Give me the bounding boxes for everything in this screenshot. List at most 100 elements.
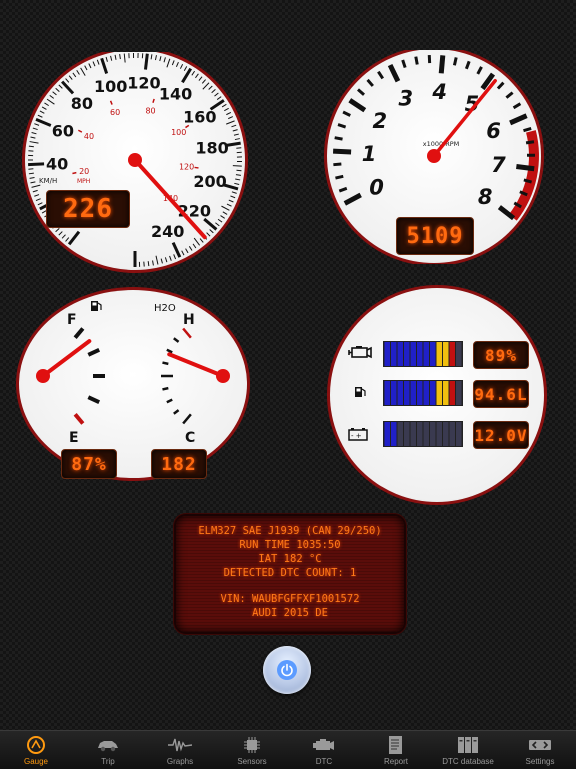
level-meter-segment — [385, 381, 391, 405]
temp-readout: 182 — [151, 449, 207, 479]
gauge-icon — [26, 734, 46, 756]
mph-unit-label: MPH — [77, 178, 90, 185]
vehicle-info-panel: ELM327 SAE J1939 (CAN 29/250) RUN TIME 1… — [174, 514, 406, 634]
rpm-scale-label: 4 — [431, 80, 447, 104]
tab-label: DTC — [316, 756, 332, 767]
intake-air-temp-line: IAT 182 °C — [176, 552, 404, 566]
mph-scale-label: 100 — [171, 128, 186, 137]
level-meter-segment — [398, 422, 404, 446]
level-meter-segment — [424, 381, 430, 405]
temp-hot-label: H — [183, 312, 195, 328]
level-meter-segment — [391, 342, 397, 366]
tab-label: Trip — [101, 756, 114, 767]
settings-icon — [528, 734, 552, 756]
coolant-symbol: H2O — [154, 303, 176, 314]
waveform-icon — [168, 734, 192, 756]
protocol-line: ELM327 SAE J1939 (CAN 29/250) — [176, 524, 404, 538]
level-meter-segment — [437, 342, 443, 366]
rpm-scale-label: 7 — [491, 153, 506, 177]
mph-scale-label: 20 — [79, 167, 89, 176]
kmh-scale-label: 240 — [151, 222, 184, 241]
run-time-line: RUN TIME 1035:50 — [176, 538, 404, 552]
dtc-count-line: DETECTED DTC COUNT: 1 — [176, 566, 404, 580]
level-meter-segment — [385, 422, 391, 446]
power-icon — [277, 660, 297, 680]
svg-text:- +: - + — [351, 432, 362, 440]
fuel-full-label: F — [67, 312, 77, 328]
kmh-scale-label: 40 — [46, 154, 68, 173]
rpm-scale-label: 1 — [362, 142, 377, 166]
temp-cold-label: C — [185, 430, 195, 446]
tab-label: Sensors — [237, 756, 266, 767]
fuel-readout: 87% — [61, 449, 117, 479]
report-icon — [388, 734, 404, 756]
tab-report[interactable]: Report — [360, 731, 432, 769]
rpm-scale-label: 2 — [372, 109, 387, 133]
kmh-scale-label: 80 — [71, 94, 93, 113]
tab-dtc[interactable]: DTC — [288, 731, 360, 769]
kmh-scale-label: 180 — [195, 139, 228, 158]
level-meter-segment — [430, 342, 436, 366]
level-meter-segment — [398, 381, 404, 405]
tab-label: DTC database — [442, 756, 494, 767]
kmh-scale-label: 140 — [159, 84, 192, 103]
mph-scale-label: 60 — [110, 108, 120, 117]
level-meter-segment — [417, 422, 423, 446]
rpm-scale-label: 8 — [478, 185, 493, 209]
level-meter-segment — [398, 342, 404, 366]
rpm-readout: 5109 — [396, 217, 474, 255]
vin-line: VIN: WAUBFGFFXF1001572 — [176, 592, 404, 606]
car-icon — [96, 734, 120, 756]
kmh-unit-label: KM/H — [39, 177, 57, 185]
level-meter-segment — [443, 422, 449, 446]
level-meter-segment — [424, 422, 430, 446]
rpm-scale-label: 0 — [369, 176, 384, 200]
power-button[interactable] — [263, 646, 311, 694]
needle-hub — [128, 153, 142, 167]
tab-label: Gauge — [24, 756, 48, 767]
mph-scale-label: 80 — [145, 106, 155, 115]
level-meter-segment — [456, 422, 462, 446]
level-meter-segment — [417, 342, 423, 366]
rpm-scale-label: 6 — [486, 119, 501, 143]
speedometer-gauge: 20406080100120140160180200220240 0204060… — [17, 52, 253, 274]
level-meter-segment — [456, 342, 462, 366]
level-meter-segment — [411, 422, 417, 446]
tab-dtc-database[interactable]: DTC database — [432, 731, 504, 769]
engine-load-readout: 89% — [473, 341, 529, 369]
level-meter-segment — [443, 381, 449, 405]
kmh-scale-label: 160 — [183, 108, 216, 127]
battery-voltage-readout: 12.0V — [473, 421, 529, 449]
needle-hub — [427, 149, 441, 163]
mph-scale-label: 120 — [179, 162, 194, 171]
tab-label: Graphs — [167, 756, 193, 767]
level-meter-segment — [404, 381, 410, 405]
level-meter-segment — [450, 381, 456, 405]
level-meter-segment — [443, 342, 449, 366]
tab-graphs[interactable]: Graphs — [144, 731, 216, 769]
tab-trip[interactable]: Trip — [72, 731, 144, 769]
fuel-volume-readout: 94.6L — [473, 380, 529, 408]
level-meter-segment — [411, 342, 417, 366]
vehicle-model-line: AUDI 2015 DE — [176, 606, 404, 620]
tab-label: Report — [384, 756, 408, 767]
level-meter-segment — [411, 381, 417, 405]
tab-gauge[interactable]: Gauge — [0, 731, 72, 769]
engine-icon — [312, 734, 336, 756]
level-meter-segment — [385, 342, 391, 366]
level-meter-segment — [430, 381, 436, 405]
level-meter-segment — [456, 381, 462, 405]
bottom-tab-bar: Gauge Trip Graphs Sensors DTC Report D — [0, 730, 576, 769]
fuel-empty-label: E — [69, 430, 79, 446]
level-meter-segment — [417, 381, 423, 405]
level-meter-segment — [391, 422, 397, 446]
fuel-temp-gauge: F E H C H2O — [15, 286, 251, 482]
level-meter-segment — [424, 342, 430, 366]
tab-settings[interactable]: Settings — [504, 731, 576, 769]
rpm-scale-label: 3 — [398, 86, 413, 110]
mph-scale-label: 40 — [84, 132, 94, 141]
tab-sensors[interactable]: Sensors — [216, 731, 288, 769]
level-meter-segment — [437, 422, 443, 446]
kmh-scale-label: 100 — [94, 77, 127, 96]
level-meter-segment — [450, 342, 456, 366]
